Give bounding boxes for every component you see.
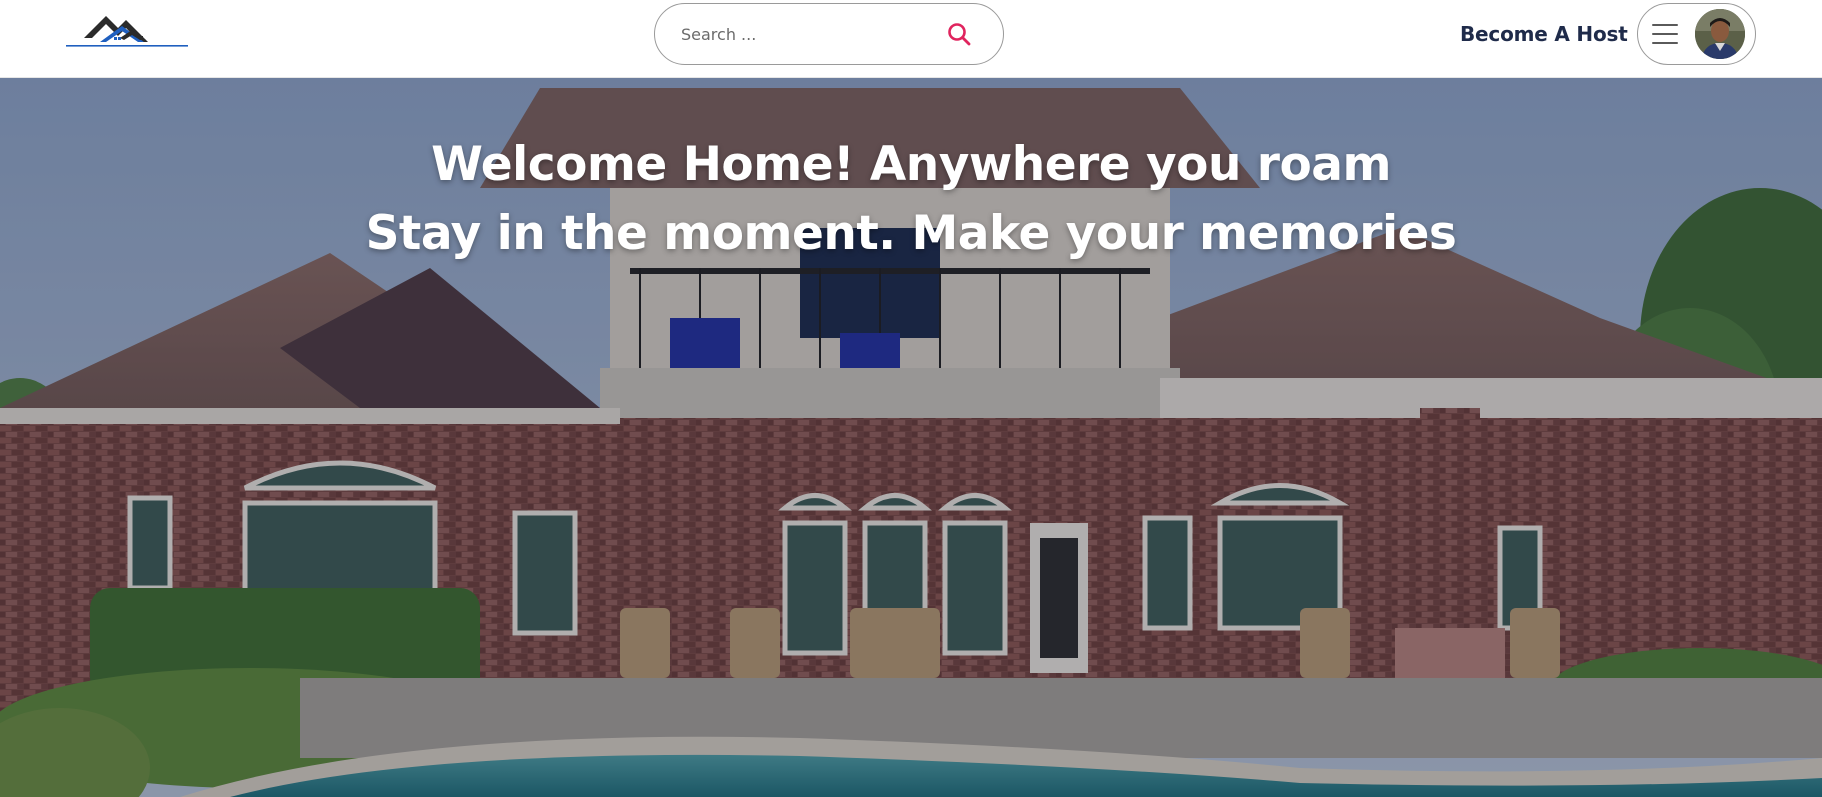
site-logo[interactable] xyxy=(66,8,188,50)
hero-heading: Welcome Home! Anywhere you roam Stay in … xyxy=(0,130,1822,268)
become-a-host-link[interactable]: Become A Host xyxy=(1460,20,1628,48)
hero-heading-line-2: Stay in the moment. Make your memories xyxy=(365,206,1457,261)
top-navbar: Become A Host xyxy=(0,0,1822,78)
house-mountain-logo-icon xyxy=(66,16,188,47)
search-button[interactable] xyxy=(945,20,973,48)
hero-banner: Welcome Home! Anywhere you roam Stay in … xyxy=(0,78,1822,797)
user-menu-button[interactable] xyxy=(1637,3,1756,65)
search-input[interactable] xyxy=(681,24,945,44)
hero-heading-line-1: Welcome Home! Anywhere you roam xyxy=(431,137,1391,192)
user-avatar xyxy=(1695,9,1745,59)
search-bar xyxy=(654,3,1004,65)
search-icon xyxy=(948,23,971,46)
hamburger-icon xyxy=(1652,24,1678,44)
